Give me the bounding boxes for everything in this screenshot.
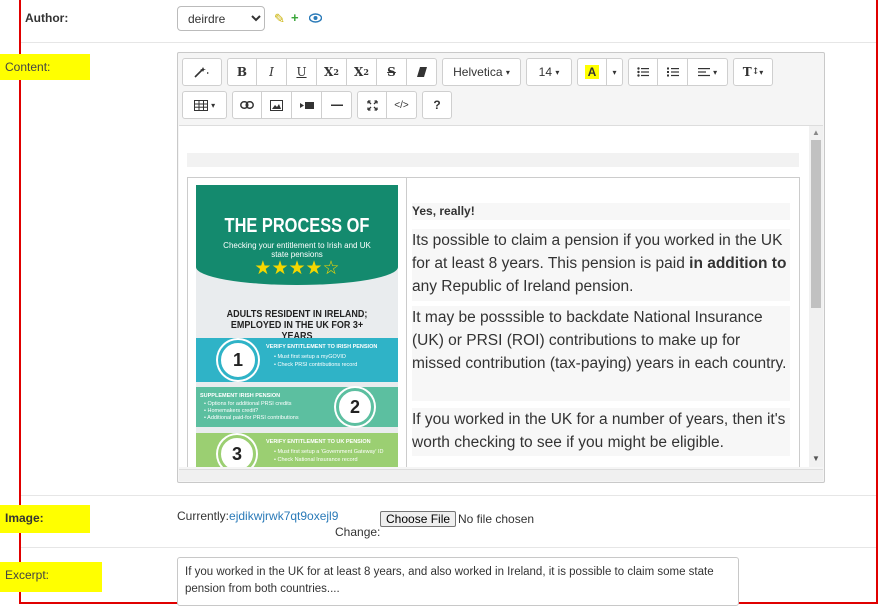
step-1-title: VERIFY ENTITLEMENT TO IRISH PENSION <box>266 344 378 350</box>
infographic-stars: ★★★★☆ <box>254 258 340 279</box>
step-3-items: • Must first setup a 'Government Gateway… <box>274 449 384 463</box>
toolbar-row-1: B I U X2 X2 S Helvetica ▾ 14 ▾ A ▾ ▾ T ↕… <box>182 58 778 86</box>
strikethrough-icon[interactable]: S <box>377 58 407 86</box>
author-select[interactable]: deirdre <box>177 6 265 31</box>
align-icon[interactable]: ▾ <box>688 58 728 86</box>
editor-content-area[interactable]: THE PROCESS OF Checking your entitlement… <box>179 125 823 467</box>
step-2-title: SUPPLEMENT IRISH PENSION <box>200 393 281 399</box>
infographic-title: THE PROCESS OF <box>224 215 370 237</box>
step-2-item-1: Options for additional PRSI credits <box>207 401 292 407</box>
empty-paragraph <box>187 153 799 167</box>
rich-text-editor: B I U X2 X2 S Helvetica ▾ 14 ▾ A ▾ ▾ T ↕… <box>177 52 825 483</box>
excerpt-textarea[interactable]: If you worked in the UK for at least 8 y… <box>177 557 739 606</box>
content-heading: Yes, really! <box>412 203 790 220</box>
step-3-number: 3 <box>218 435 256 467</box>
infographic-step-1: 1 VERIFY ENTITLEMENT TO IRISH PENSION • … <box>196 338 398 382</box>
currently-label: Currently: <box>177 509 230 523</box>
picture-icon[interactable] <box>262 91 292 119</box>
underline-icon[interactable]: U <box>287 58 317 86</box>
divider <box>21 547 876 548</box>
fullscreen-icon[interactable] <box>357 91 387 119</box>
font-size-dropdown[interactable]: 14 ▾ <box>526 58 572 86</box>
no-file-text: No file chosen <box>458 512 535 526</box>
content-paragraph-1: Its possible to claim a pension if you w… <box>412 229 790 301</box>
magic-icon[interactable] <box>182 58 222 86</box>
video-icon[interactable] <box>292 91 322 119</box>
step-3-item-2: Check National Insurance record <box>277 457 358 463</box>
content-paragraph-2: It may be posssible to backdate National… <box>412 306 790 401</box>
image-label: Image: <box>0 505 90 533</box>
content-label: Content: <box>0 54 90 80</box>
unordered-list-icon[interactable] <box>628 58 658 86</box>
infographic-subtitle: Checking your entitlement to Irish and U… <box>223 241 371 259</box>
step-2-item-3: Additional paid-for PRSI contributions <box>207 415 299 421</box>
step-2-items: • Options for additional PRSI credits • H… <box>204 401 299 421</box>
scroll-down-icon[interactable]: ▼ <box>812 454 820 463</box>
excerpt-label: Excerpt: <box>0 562 102 592</box>
infographic-step-2: 2 SUPPLEMENT IRISH PENSION • Options for… <box>196 387 398 427</box>
italic-icon[interactable]: I <box>257 58 287 86</box>
pencil-icon[interactable]: ✎ <box>274 12 285 25</box>
text-color-button[interactable]: A <box>577 58 607 86</box>
font-name-value: Helvetica <box>453 65 503 79</box>
divider <box>21 42 876 43</box>
line-height-icon[interactable]: T ↕ ▾ <box>733 58 773 86</box>
infographic-step-3: 3 VERIFY ENTITLEMENT TO UK PENSION • Mus… <box>196 433 398 467</box>
table-column-divider <box>406 178 407 467</box>
step-3-title: VERIFY ENTITLEMENT TO UK PENSION <box>266 439 371 445</box>
toolbar-row-2: ▾ </> ? <box>182 91 457 119</box>
step-2-item-2: Homemakers credit? <box>207 408 259 414</box>
help-label: ? <box>433 98 441 112</box>
image-current: Currently:ejdikwjrwk7qt9oxejl9 <box>177 509 338 523</box>
code-view-icon[interactable]: </> <box>387 91 417 119</box>
scrollbar-thumb[interactable] <box>811 140 821 308</box>
eye-icon[interactable] <box>308 12 323 25</box>
content-paragraph-3: If you worked in the UK for a number of … <box>412 408 790 456</box>
table-icon[interactable]: ▾ <box>182 91 227 119</box>
font-name-dropdown[interactable]: Helvetica ▾ <box>442 58 521 86</box>
infographic-image: THE PROCESS OF Checking your entitlement… <box>196 185 398 467</box>
step-1-number: 1 <box>218 340 258 380</box>
help-icon[interactable]: ? <box>422 91 452 119</box>
color-letter: A <box>584 65 600 79</box>
paragraph-1-bold: in addition to <box>689 255 787 272</box>
divider <box>21 495 876 496</box>
step-2-number: 2 <box>336 388 374 426</box>
subscript-icon[interactable]: X2 <box>347 58 377 86</box>
editor-scrollbar[interactable]: ▲ ▼ <box>809 126 823 467</box>
step-1-item-2: Check PRSI contributions record <box>277 362 358 368</box>
change-label: Change: <box>335 525 381 539</box>
link-icon[interactable] <box>232 91 262 119</box>
color-dropdown-icon[interactable]: ▾ <box>607 58 623 86</box>
choose-file-button[interactable]: Choose File <box>380 511 457 527</box>
eraser-icon[interactable] <box>407 58 437 86</box>
superscript-icon[interactable]: X2 <box>317 58 347 86</box>
step-3-item-1: Must first setup a 'Government Gateway' … <box>277 449 384 455</box>
step-1-items: • Must first setup a myGOVID • Check PRSI… <box>274 354 358 368</box>
paragraph-1-part-2: any Republic of Ireland pension. <box>412 278 634 295</box>
step-1-item-1: Must first setup a myGOVID <box>277 354 346 360</box>
scroll-up-icon[interactable]: ▲ <box>812 128 820 137</box>
font-size-value: 14 <box>538 65 552 79</box>
horizontal-rule-icon[interactable] <box>322 91 352 119</box>
ordered-list-icon[interactable] <box>658 58 688 86</box>
author-label: Author: <box>25 11 69 25</box>
bold-icon[interactable]: B <box>227 58 257 86</box>
plus-icon[interactable]: + <box>291 11 299 24</box>
infographic-header: THE PROCESS OF Checking your entitlement… <box>196 185 398 285</box>
current-image-link[interactable]: ejdikwjrwk7qt9oxejl9 <box>229 509 338 523</box>
editor-resize-handle[interactable] <box>179 469 823 481</box>
